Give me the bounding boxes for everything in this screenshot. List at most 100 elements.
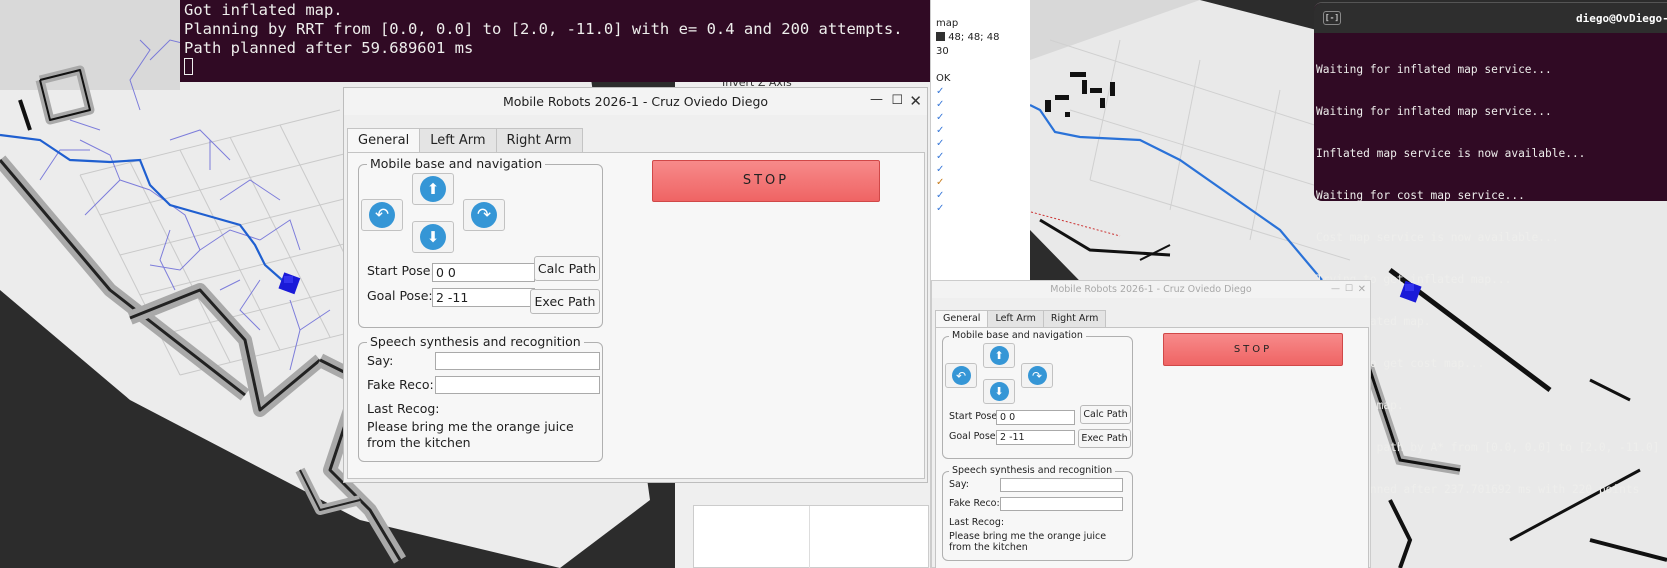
goal-pose-input[interactable]: 2 -11 [996,430,1075,445]
backward-button[interactable]: ⬇ [983,379,1015,404]
speech-group: Speech synthesis and recognition Say: Fa… [358,334,603,462]
turn-left-button[interactable]: ↶ [945,363,977,388]
arrow-up-icon: ⬆ [989,346,1009,365]
goal-pose-input[interactable]: 2 -11 [432,288,535,307]
checkbox-2[interactable]: ✓ [936,99,944,110]
map-label: map [936,18,959,29]
tab-bar: General Left Arm Right Arm [347,128,583,153]
tab-left-arm[interactable]: Left Arm [987,310,1044,328]
close-icon[interactable]: ✕ [1358,281,1366,298]
fake-reco-input[interactable] [1000,497,1123,511]
turn-right-button[interactable]: ↷ [463,199,505,231]
terminal-line: Got inflated map. [184,1,343,19]
maximize-icon[interactable]: ☐ [1345,281,1353,298]
terminal-cursor [184,58,193,75]
terminal-titlebar[interactable]: [-] diego@OvDiego-ovi [1314,3,1667,33]
checkbox-6[interactable]: ✓ [936,151,944,162]
desktop: Invert Z Axis map 48; 48; 48 30 OK ✓ ✓ ✓… [0,0,1667,568]
color-value-text: 48; 48; 48 [948,32,1000,43]
last-recog-text: Please bring me the orange juice from th… [367,419,574,450]
terminal-line: Waiting for inflated map service... [1316,105,1552,118]
start-pose-input[interactable]: 0 0 [432,263,535,282]
table-divider [809,506,810,568]
fake-reco-input[interactable] [435,376,600,394]
checkbox-10[interactable]: ✓ [936,203,944,214]
start-pose-label: Start Pose: [949,411,1001,422]
stop-button[interactable]: STOP [1163,333,1343,366]
tab-right-arm[interactable]: Right Arm [1042,310,1107,328]
checkbox-9[interactable]: ✓ [936,190,944,201]
forward-button[interactable]: ⬆ [412,173,454,205]
close-icon[interactable]: ✕ [909,88,922,114]
nav-group-title: Mobile base and navigation [949,330,1086,341]
window-titlebar[interactable]: Mobile Robots 2026-1 - Cruz Oviedo Diego… [344,88,927,115]
minimize-icon[interactable]: — [1331,281,1340,297]
rviz-bottom-table [693,505,929,568]
terminal-line: Waiting for inflated map service... [1316,63,1552,76]
maximize-icon[interactable]: ☐ [891,88,903,114]
status-ok: OK [936,73,951,84]
window-title: Mobile Robots 2026-1 - Cruz Oviedo Diego [502,94,769,109]
terminal-icon[interactable]: [-] [1323,11,1341,25]
last-recog-label: Last Recog: [949,517,1005,528]
start-pose-input[interactable]: 0 0 [996,410,1075,425]
tab-bar: General Left Arm Right Arm [935,310,1107,328]
window-titlebar[interactable]: Mobile Robots 2026-1 - Cruz Oviedo Diego… [932,281,1370,298]
last-recog-label: Last Recog: [367,401,440,416]
goal-pose-label: Goal Pose: [367,288,433,303]
fake-reco-label: Fake Reco: [949,498,1000,509]
speech-group-title: Speech synthesis and recognition [949,465,1116,476]
calc-path-button[interactable]: Calc Path [534,256,600,281]
speech-group-title: Speech synthesis and recognition [367,334,584,349]
checkbox-3[interactable]: ✓ [936,112,944,123]
turn-right-icon: ↷ [471,202,497,228]
terminal-line: Inflated map service is now available... [1316,147,1586,160]
arrow-down-icon: ⬇ [989,382,1009,401]
color-swatch [936,32,945,41]
checkbox-8[interactable]: ✓ [936,177,944,188]
turn-left-icon: ↶ [369,202,395,228]
calc-path-button[interactable]: Calc Path [1080,405,1131,424]
alpha-value: 30 [936,46,949,57]
speech-group: Speech synthesis and recognition Say: Fa… [942,465,1133,561]
arrow-up-icon: ⬆ [420,176,446,202]
terminal-title: diego@OvDiego-ovi [1576,12,1667,25]
nav-group-title: Mobile base and navigation [367,156,546,171]
exec-path-button[interactable]: Exec Path [1078,429,1131,448]
tab-pane-general: Mobile base and navigation ↶ ⬆ ↷ ⬇ Start… [347,152,925,479]
stop-button[interactable]: STOP [652,160,880,202]
terminal-top[interactable]: Got inflated map. Planning by RRT from [… [180,0,930,82]
terminal-line: Planning by RRT from [0.0, 0.0] to [2.0,… [184,20,903,38]
say-input[interactable] [435,352,600,370]
say-label: Say: [949,479,969,490]
terminal-line: Waiting for cost map service... [1316,189,1525,202]
checkbox-1[interactable]: ✓ [936,86,944,97]
forward-button[interactable]: ⬆ [983,343,1015,368]
checkbox-5[interactable]: ✓ [936,138,944,149]
tab-general[interactable]: General [935,310,989,328]
window-title: Mobile Robots 2026-1 - Cruz Oviedo Diego [1050,284,1252,295]
checkbox-4[interactable]: ✓ [936,125,944,136]
say-label: Say: [367,353,394,368]
terminal-line: Cost map service is now available... [1316,231,1559,244]
checkbox-7[interactable]: ✓ [936,164,944,175]
turn-right-icon: ↷ [1027,366,1047,385]
last-recog-text: Please bring me the orange juice from th… [949,531,1107,553]
start-pose-label: Start Pose: [367,263,435,278]
tab-left-arm[interactable]: Left Arm [419,128,497,153]
say-input[interactable] [1000,478,1123,492]
tab-general[interactable]: General [347,128,421,153]
exec-path-button[interactable]: Exec Path [530,289,600,314]
goal-pose-label: Goal Pose: [949,431,999,442]
tab-pane-general: Mobile base and navigation ↶ ⬆ ↷ ⬇ Start… [935,327,1369,568]
terminal-line: Path planned after 59.689601 ms [184,39,474,57]
turn-left-icon: ↶ [951,366,971,385]
terminal-right[interactable]: [-] diego@OvDiego-ovi Waiting for inflat… [1314,2,1667,496]
minimize-icon[interactable]: — [870,88,883,112]
gui-window-secondary: Mobile Robots 2026-1 - Cruz Oviedo Diego… [931,280,1371,568]
backward-button[interactable]: ⬇ [412,221,454,253]
tab-right-arm[interactable]: Right Arm [495,128,583,153]
fake-reco-label: Fake Reco: [367,377,434,392]
turn-left-button[interactable]: ↶ [361,199,403,231]
turn-right-button[interactable]: ↷ [1021,363,1053,388]
